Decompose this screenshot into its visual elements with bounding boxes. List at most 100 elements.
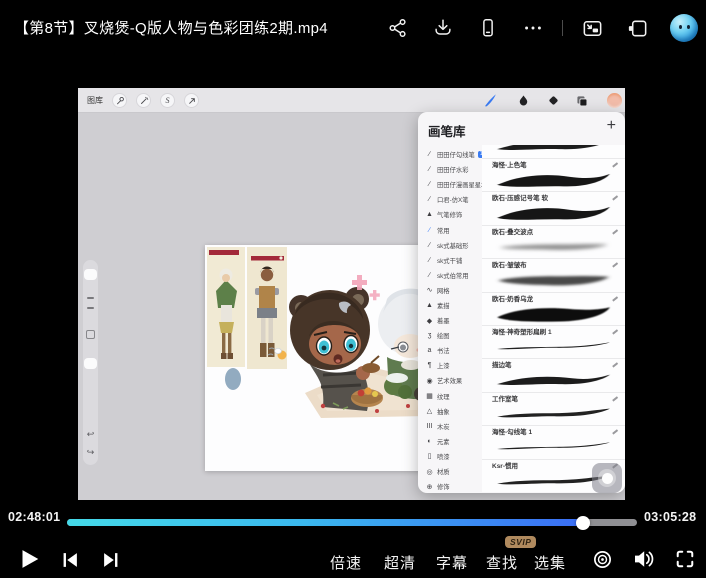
brush-category-glyph-icon: ◐ [425,438,434,445]
subtitles-button[interactable]: 字幕 [436,552,468,573]
share-button[interactable] [386,16,410,40]
brush-category-glyph-icon: ∕ [425,151,434,158]
current-time: 02:48:01 [8,510,60,524]
brush-category-17: ▦纹理 [418,389,482,404]
brush-category-20: ◐元素 [418,434,482,449]
video-title: 【第8节】叉烧煲-Q版人物与色彩团练2期.mp4 [14,17,328,38]
record-button[interactable] [591,548,613,570]
brush-category-label: 木炭 [437,422,450,431]
slider-tick [87,307,94,309]
brush-category-glyph-icon: ◎ [425,468,434,476]
brush-category-glyph-icon: ∕ [425,181,434,188]
brush-name: 工作室笔 [492,396,615,404]
color-circle [607,93,622,108]
brush-category-label: 绘图 [437,331,450,340]
brush-item-5: 欧石-奶香乌龙 [482,293,625,326]
record-icon [592,549,613,570]
brush-category-label: 着墨 [437,316,450,325]
speed-button[interactable]: 倍速 [330,552,362,573]
brush-category-glyph-icon: ∕ [425,257,434,264]
brush-category-3: ∕田田仔漫画星星2 [418,177,482,192]
brush-category-glyph-icon: △ [425,407,434,415]
brush-category-label: sk式干铺 [437,256,462,265]
brush-stroke-preview [492,204,615,223]
pip-icon [581,17,604,40]
svip-badge: SVIP [505,536,536,548]
brush-category-label: sk式基础形 [437,241,468,250]
brush-stroke-preview [492,438,615,457]
brush-stroke-preview [492,405,615,424]
quality-button[interactable]: 超清 [384,552,416,573]
play-button[interactable] [14,544,44,574]
brush-item-4: 欧石-皱皱布 [482,259,625,292]
brush-category-glyph-icon: ∕ [425,242,434,249]
brush-stroke-preview [492,238,615,257]
brush-library-panel: 画笔库 + ∕田田仔勾线笔1∕田田仔水彩∕田田仔漫画星星2∕口君-仿X笔▲气笔修… [418,112,625,493]
brush-item-1: 海怪-上色笔 [482,159,625,192]
brush-category-6: ∕常用 [418,222,482,237]
brush-category-glyph-icon: III [425,423,434,430]
brush-stroke-preview [492,271,615,290]
float-window-icon [626,17,649,40]
brush-item-2: 欧石-压感记号笔 软 [482,192,625,225]
brush-category-glyph-icon: ◉ [425,377,434,385]
user-avatar[interactable] [670,14,698,42]
brush-category-16: ◉艺术效果 [418,373,482,388]
volume-button[interactable] [631,546,657,572]
brush-category-label: 网格 [437,286,450,295]
next-episode-button[interactable] [99,548,123,572]
video-content-frame[interactable]: 图库 S [78,88,625,500]
brush-stroke-preview [492,171,615,190]
brush-category-glyph-icon: ∕ [425,272,434,279]
video-player-window: 【第8节】叉烧煲-Q版人物与色彩团练2期.mp4 [0,0,706,578]
find-button[interactable]: 查找 [486,552,518,573]
brush-category-label: 喷漆 [437,452,450,461]
brush-size-slider-handle [84,269,97,280]
brush-category-8: ∕sk式干铺 [418,253,482,268]
brush-category-label: sk式伯常用 [437,271,468,280]
playhead-handle[interactable] [576,516,590,530]
brush-category-glyph-icon: ⊕ [425,483,434,491]
redo-icon: ↪ [83,448,98,457]
progress-bar[interactable] [67,519,637,526]
smudge-tool-icon [515,92,532,109]
picture-in-picture-button[interactable] [580,16,604,40]
brush-item-7: 描边笔 [482,359,625,392]
prev-episode-button[interactable] [58,548,82,572]
chibi-illustration [268,275,440,418]
brush-category-label: 气笔修饰 [437,210,462,219]
brush-item-8: 工作室笔 [482,393,625,426]
more-button[interactable] [521,16,545,40]
send-to-mobile-button[interactable] [476,16,500,40]
brush-category-label: 书法 [437,346,450,355]
brush-category-13: ʒ绘图 [418,328,482,343]
add-brush-button: + [607,117,616,135]
brush-category-19: III木炭 [418,419,482,434]
brush-category-label: 抽象 [437,407,450,416]
volume-icon [632,547,656,571]
gallery-label: 图库 [87,95,103,106]
download-icon [432,17,454,39]
brush-category-2: ∕田田仔水彩 [418,162,482,177]
color-swatch-blob [225,368,241,390]
brush-category-label: 田田仔勾线笔 [437,150,475,159]
brush-category-label: 素描 [437,301,450,310]
brush-category-1: ∕田田仔勾线笔1 [418,147,482,162]
brush-name: 海怪-上色笔 [492,162,615,170]
brush-category-21: ▯喷漆 [418,449,482,464]
brush-item-6: 海怪-神奇塑形扁刷 1 [482,326,625,359]
share-icon [387,17,409,39]
brush-category-label: 常用 [437,226,450,235]
fullscreen-button[interactable] [674,548,696,570]
episodes-button[interactable]: 选集 [534,552,566,573]
next-episode-icon [100,549,122,571]
wrench-icon [112,93,127,108]
brush-item-9: 海怪-勾线笔 1 [482,426,625,459]
brush-category-label: 艺术效果 [437,376,462,385]
brush-name: 欧石-压感记号笔 软 [492,195,615,203]
brush-category-glyph-icon: ∕ [425,166,434,173]
float-window-button[interactable] [625,16,649,40]
download-button[interactable] [431,16,455,40]
brush-name: 欧石-奶香乌龙 [492,296,615,304]
brush-panel-header: 画笔库 + [418,112,625,145]
